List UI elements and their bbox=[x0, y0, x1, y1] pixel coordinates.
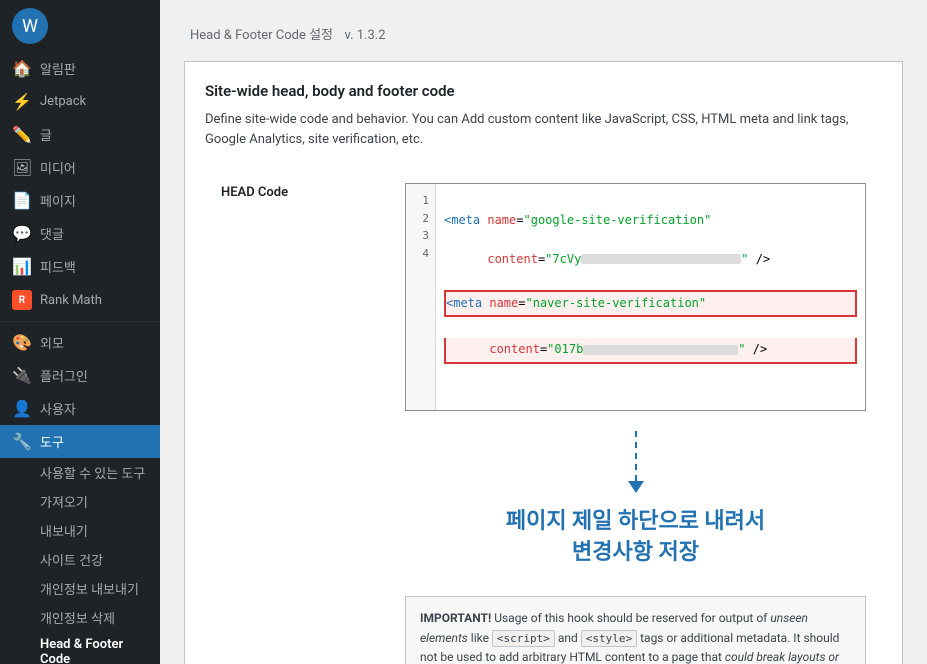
wp-logo: W bbox=[12, 8, 48, 44]
users-icon: 👤 bbox=[12, 399, 32, 418]
plugins-icon: 🔌 bbox=[12, 366, 32, 385]
page-title: Head & Footer Code 설정 v. 1.3.2 bbox=[184, 20, 903, 45]
dashed-arrow bbox=[628, 431, 644, 493]
sidebar-sub-head-footer[interactable]: Head & Footer Code bbox=[40, 632, 160, 664]
sidebar-sub-delete-personal[interactable]: 개인정보 삭제 bbox=[40, 603, 160, 632]
sidebar-item-label: 알림판 bbox=[40, 59, 76, 78]
important-box: IMPORTANT! Usage of this hook should be … bbox=[405, 596, 866, 664]
head-code-label: HEAD Code bbox=[205, 183, 405, 200]
appearance-icon: 🎨 bbox=[12, 333, 32, 352]
rankmath-icon: R bbox=[12, 290, 32, 310]
media-icon: 🖼 bbox=[12, 158, 32, 177]
sidebar-item-label: 외모 bbox=[40, 333, 64, 352]
sidebar-item-comments[interactable]: 💬 댓글 bbox=[0, 217, 160, 250]
sidebar-item-users[interactable]: 👤 사용자 bbox=[0, 392, 160, 425]
sidebar-item-label: 글 bbox=[40, 125, 52, 144]
arrow-text: 페이지 제일 하단으로 내려서 변경사항 저장 bbox=[405, 507, 866, 569]
jetpack-icon: ⚡ bbox=[12, 92, 32, 111]
comments-icon: 💬 bbox=[12, 224, 32, 243]
head-code-field: 1 2 3 4 <meta name="google-site-verifica… bbox=[405, 183, 882, 664]
dashboard-icon: 🏠 bbox=[12, 59, 32, 78]
line-numbers: 1 2 3 4 bbox=[406, 184, 436, 410]
sidebar-item-posts[interactable]: ✏️ 글 bbox=[0, 118, 160, 151]
sidebar-item-jetpack[interactable]: ⚡ Jetpack bbox=[0, 85, 160, 118]
feedback-icon: 📊 bbox=[12, 257, 32, 276]
sidebar-item-label: Rank Math bbox=[40, 293, 102, 308]
sidebar-sub-export-personal[interactable]: 개인정보 내보내기 bbox=[40, 574, 160, 603]
settings-wrap: Site-wide head, body and footer code Def… bbox=[184, 61, 903, 664]
sidebar-item-label: 댓글 bbox=[40, 224, 64, 243]
sidebar-item-label: 페이지 bbox=[40, 191, 76, 210]
sidebar: W 🏠 알림판 ⚡ Jetpack ✏️ 글 🖼 미디어 📄 페이지 💬 댓글 … bbox=[0, 0, 160, 664]
sidebar-item-label: 플러그인 bbox=[40, 366, 88, 385]
sidebar-item-label: Jetpack bbox=[40, 94, 86, 109]
sidebar-item-label: 사용자 bbox=[40, 399, 76, 418]
sidebar-item-rankmath[interactable]: R Rank Math bbox=[0, 283, 160, 317]
pages-icon: 📄 bbox=[12, 191, 32, 210]
arrow-section: 페이지 제일 하단으로 내려서 변경사항 저장 bbox=[405, 411, 866, 589]
sidebar-sub-export[interactable]: 내보내기 bbox=[40, 516, 160, 545]
sidebar-item-label: 도구 bbox=[40, 432, 64, 451]
sidebar-item-feedback[interactable]: 📊 피드백 bbox=[0, 250, 160, 283]
sidebar-item-media[interactable]: 🖼 미디어 bbox=[0, 151, 160, 184]
main-content: Head & Footer Code 설정 v. 1.3.2 Site-wide… bbox=[160, 0, 927, 664]
code-editor[interactable]: 1 2 3 4 <meta name="google-site-verifica… bbox=[405, 183, 866, 411]
sidebar-item-alimfan[interactable]: 🏠 알림판 bbox=[0, 52, 160, 85]
sidebar-sub-available-tools[interactable]: 사용할 수 있는 도구 bbox=[40, 458, 160, 487]
tools-icon: 🔧 bbox=[12, 432, 32, 451]
sidebar-item-appearance[interactable]: 🎨 외모 bbox=[0, 326, 160, 359]
divider bbox=[0, 321, 160, 322]
section-desc: Define site-wide code and behavior. You … bbox=[205, 110, 882, 149]
sidebar-item-label: 미디어 bbox=[40, 158, 76, 177]
dashed-line bbox=[635, 431, 637, 481]
code-content: <meta name="google-site-verification" co… bbox=[436, 184, 865, 410]
sidebar-item-pages[interactable]: 📄 페이지 bbox=[0, 184, 160, 217]
sidebar-item-tools[interactable]: 🔧 도구 bbox=[0, 425, 160, 458]
sidebar-sub-import[interactable]: 가져오기 bbox=[40, 487, 160, 516]
sidebar-item-plugins[interactable]: 🔌 플러그인 bbox=[0, 359, 160, 392]
sidebar-logo: W bbox=[0, 0, 160, 52]
sidebar-item-label: 피드백 bbox=[40, 257, 76, 276]
tools-submenu: 사용할 수 있는 도구 가져오기 내보내기 사이트 건강 개인정보 내보내기 개… bbox=[0, 458, 160, 664]
sidebar-sub-site-health[interactable]: 사이트 건강 bbox=[40, 545, 160, 574]
arrow-head bbox=[628, 481, 644, 493]
section-title: Site-wide head, body and footer code bbox=[205, 82, 882, 100]
posts-icon: ✏️ bbox=[12, 125, 32, 144]
head-code-row: HEAD Code 1 2 3 4 <meta name="google-sit… bbox=[205, 167, 882, 664]
